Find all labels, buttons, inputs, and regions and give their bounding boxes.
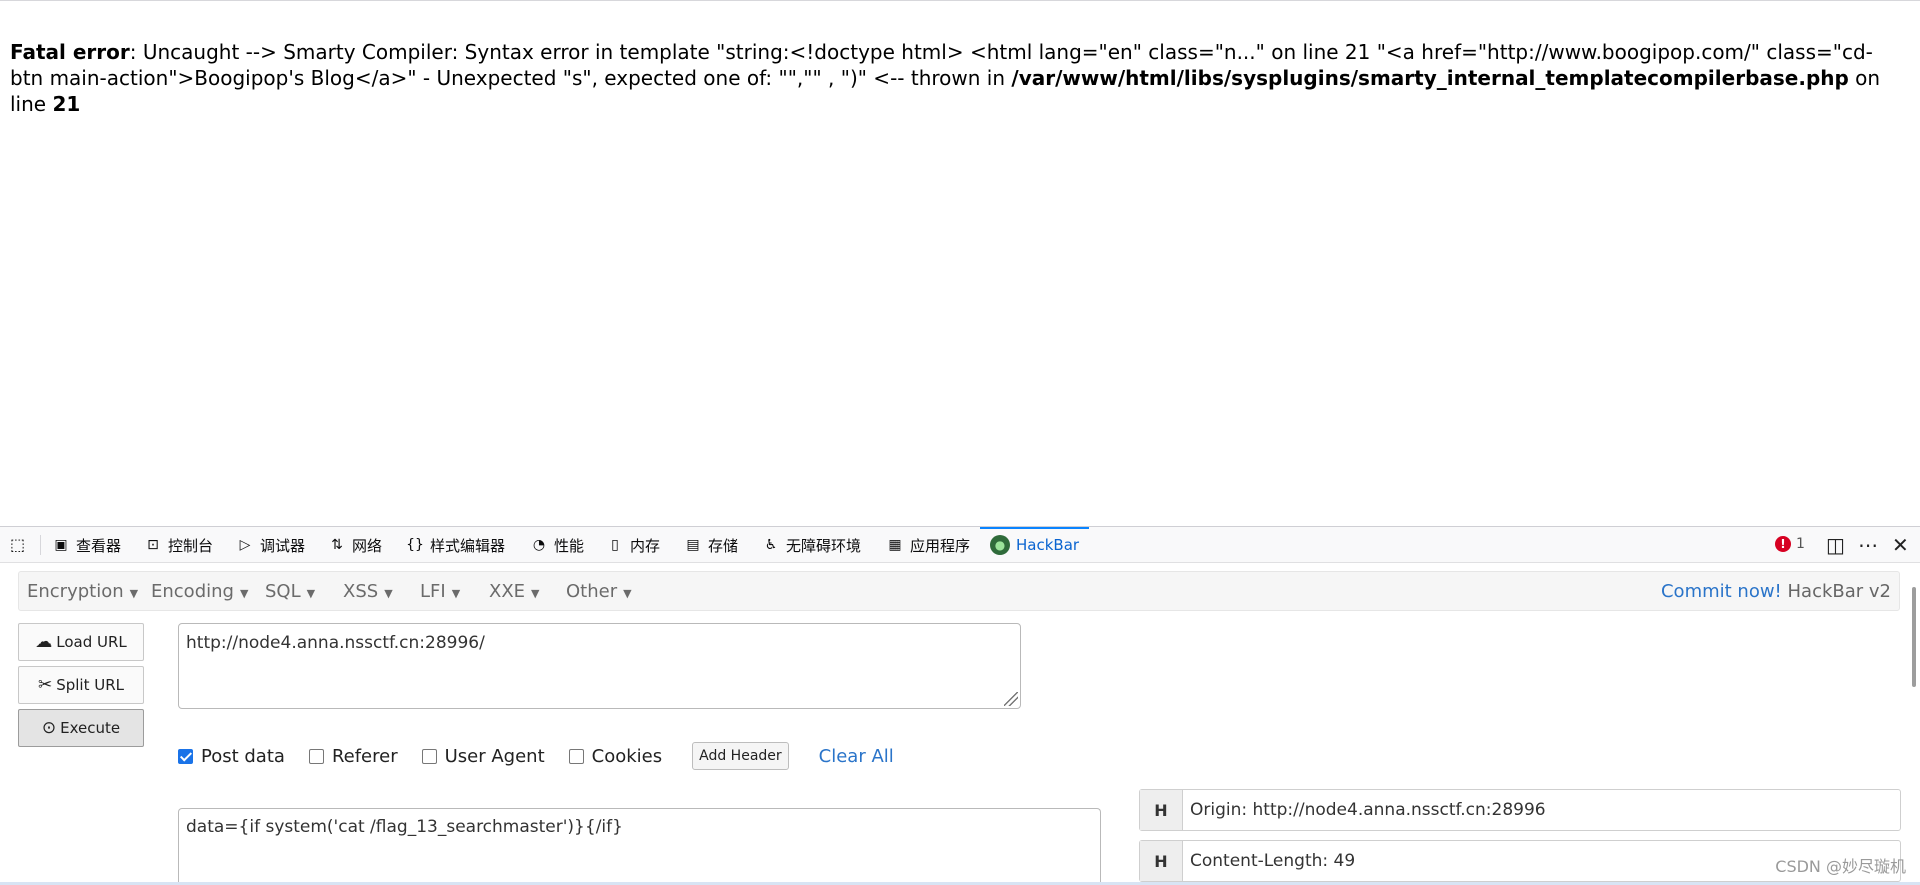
split-url-button[interactable]: ✂ Split URL bbox=[18, 666, 144, 704]
post-data-input[interactable]: data={if system('cat /flag_13_searchmast… bbox=[178, 808, 1101, 885]
hackbar-version: HackBar v2 bbox=[1781, 581, 1892, 602]
storage-icon: ▤ bbox=[686, 537, 700, 553]
tab-application[interactable]: ▦ 应用程序 bbox=[886, 527, 970, 563]
header-value-input[interactable]: Origin: http://node4.anna.nssctf.cn:2899… bbox=[1183, 790, 1900, 830]
checkbox-icon bbox=[568, 748, 584, 764]
tab-network[interactable]: ⇅ 网络 bbox=[328, 527, 382, 563]
menu-xss[interactable]: XSS ▼ bbox=[343, 572, 393, 612]
element-picker-icon[interactable]: ⬚ bbox=[10, 536, 28, 554]
cookies-checkbox[interactable]: Cookies bbox=[568, 746, 662, 767]
play-circle-icon: ⊙ bbox=[41, 718, 57, 738]
caret-down-icon: ▼ bbox=[451, 587, 461, 600]
commit-now-link[interactable]: Commit now! bbox=[1661, 581, 1782, 602]
clear-all-link[interactable]: Clear All bbox=[819, 746, 894, 767]
tab-performance[interactable]: ◔ 性能 bbox=[530, 527, 584, 563]
accessibility-icon: ♿ bbox=[764, 537, 778, 553]
tab-console[interactable]: ⊡ 控制台 bbox=[144, 527, 213, 563]
panel-scrollbar[interactable] bbox=[1912, 587, 1916, 687]
load-url-button[interactable]: ☁ Load URL bbox=[18, 623, 144, 661]
caret-down-icon: ▼ bbox=[531, 587, 540, 600]
toolbar-separator bbox=[40, 535, 41, 555]
menu-xxe[interactable]: XXE ▼ bbox=[489, 572, 540, 612]
tab-accessibility[interactable]: ♿ 无障碍环境 bbox=[762, 527, 861, 563]
tab-hackbar[interactable]: ● HackBar bbox=[979, 527, 1090, 563]
menu-encryption[interactable]: Encryption ▼ bbox=[27, 572, 138, 612]
checkbox-icon bbox=[308, 748, 324, 764]
close-icon[interactable]: ✕ bbox=[1892, 534, 1909, 556]
inspector-icon: ▣ bbox=[54, 537, 68, 553]
fatal-error-message: Fatal error: Uncaught --> Smarty Compile… bbox=[10, 39, 1890, 117]
add-header-button[interactable]: Add Header bbox=[692, 742, 789, 770]
hackbar-menu: Encryption ▼ Encoding ▼ SQL ▼ XSS ▼ LFI ▼ XXE… bbox=[18, 571, 1900, 611]
tab-storage[interactable]: ▤ 存储 bbox=[684, 527, 738, 563]
menu-encoding[interactable]: Encoding ▼ bbox=[151, 572, 248, 612]
error-line-number: 21 bbox=[52, 92, 81, 116]
fatal-error-label: Fatal error bbox=[10, 40, 130, 64]
execute-button[interactable]: ⊙ Execute bbox=[18, 709, 144, 747]
error-icon: ! bbox=[1775, 536, 1791, 552]
more-options-icon[interactable]: ⋯ bbox=[1858, 534, 1878, 556]
style-editor-icon: {} bbox=[406, 537, 424, 553]
application-icon: ▦ bbox=[888, 537, 902, 553]
scissors-icon: ✂ bbox=[37, 675, 53, 695]
tab-debugger[interactable]: ▷ 调试器 bbox=[236, 527, 305, 563]
caret-down-icon: ▼ bbox=[306, 587, 316, 600]
header-type-label[interactable]: H bbox=[1140, 790, 1183, 830]
performance-icon: ◔ bbox=[532, 537, 546, 553]
commit-info: Commit now! HackBar v2 bbox=[1661, 572, 1891, 612]
watermark: CSDN @妙尽璇机 bbox=[1775, 857, 1906, 876]
devtools-toolbar: ⬚ ▣ 查看器 ⊡ 控制台 ▷ 调试器 ⇅ 网络 {} 样式编辑器 ◔ 性能 ▯ 内存 ▤ 存储… bbox=[0, 527, 1920, 563]
dock-side-icon[interactable]: ◫ bbox=[1826, 534, 1845, 556]
post-data-checkbox[interactable]: Post data bbox=[178, 746, 285, 767]
tab-memory[interactable]: ▯ 内存 bbox=[606, 527, 660, 563]
page-content: Fatal error: Uncaught --> Smarty Compile… bbox=[0, 0, 1920, 526]
error-file-path: /var/www/html/libs/sysplugins/smarty_int… bbox=[1011, 66, 1849, 90]
resize-handle-icon[interactable] bbox=[1004, 692, 1018, 706]
menu-sql[interactable]: SQL ▼ bbox=[265, 572, 315, 612]
user-agent-checkbox[interactable]: User Agent bbox=[421, 746, 545, 767]
menu-other[interactable]: Other ▼ bbox=[566, 572, 632, 612]
error-count-badge[interactable]: ! 1 bbox=[1775, 536, 1805, 552]
tab-inspector[interactable]: ▣ 查看器 bbox=[52, 527, 121, 563]
tab-style-editor[interactable]: {} 样式编辑器 bbox=[406, 527, 505, 563]
caret-down-icon: ▼ bbox=[129, 587, 139, 600]
caret-down-icon: ▼ bbox=[384, 587, 393, 600]
menu-lfi[interactable]: LFI ▼ bbox=[420, 572, 460, 612]
header-row-origin: H Origin: http://node4.anna.nssctf.cn:28… bbox=[1139, 789, 1901, 831]
hackbar-icon: ● bbox=[990, 535, 1010, 555]
memory-icon: ▯ bbox=[611, 537, 619, 553]
cloud-download-icon: ☁ bbox=[35, 632, 53, 652]
devtools-panel: ⬚ ▣ 查看器 ⊡ 控制台 ▷ 调试器 ⇅ 网络 {} 样式编辑器 ◔ 性能 ▯ 内存 ▤ 存储… bbox=[0, 526, 1920, 885]
url-input[interactable]: http://node4.anna.nssctf.cn:28996/ bbox=[178, 623, 1021, 709]
checkbox-checked-icon bbox=[178, 748, 193, 764]
checkbox-icon bbox=[421, 748, 437, 764]
network-icon: ⇅ bbox=[331, 537, 343, 553]
header-type-label[interactable]: H bbox=[1140, 841, 1183, 881]
caret-down-icon: ▼ bbox=[239, 587, 249, 600]
referer-checkbox[interactable]: Referer bbox=[308, 746, 398, 767]
caret-down-icon: ▼ bbox=[623, 587, 632, 600]
debugger-icon: ▷ bbox=[239, 537, 251, 553]
request-options: Post data Referer User Agent Cookies Add… bbox=[178, 740, 894, 772]
console-icon: ⊡ bbox=[147, 537, 159, 553]
